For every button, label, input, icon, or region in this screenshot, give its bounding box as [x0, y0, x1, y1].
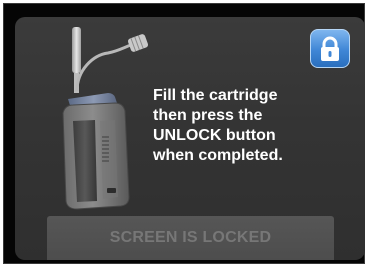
connector-cap — [127, 34, 149, 52]
unlock-button[interactable] — [310, 29, 350, 68]
device-frame: Fill the cartridge then press the UNLOCK… — [3, 3, 365, 264]
screen-locked-label: SCREEN IS LOCKED — [109, 229, 272, 246]
screen-locked-status-bar: SCREEN IS LOCKED — [47, 216, 334, 260]
instruction-line: UNLOCK button — [153, 127, 276, 144]
pump-grip — [102, 136, 109, 162]
instruction-line: when completed. — [153, 147, 283, 164]
pump-side-panel — [100, 120, 118, 199]
tubing — [75, 43, 132, 92]
fill-cartridge-instruction: Fill the cartridge then press the UNLOCK… — [153, 86, 333, 166]
instruction-line: then press the — [153, 107, 263, 124]
lock-icon — [321, 36, 339, 61]
device-screen: Fill the cartridge then press the UNLOCK… — [15, 17, 365, 260]
pump-panel — [73, 120, 97, 202]
instruction-line: Fill the cartridge — [153, 87, 278, 104]
pump-port — [107, 188, 116, 193]
syringe-barrel — [72, 27, 81, 73]
page: Fill the cartridge then press the UNLOCK… — [0, 0, 371, 269]
